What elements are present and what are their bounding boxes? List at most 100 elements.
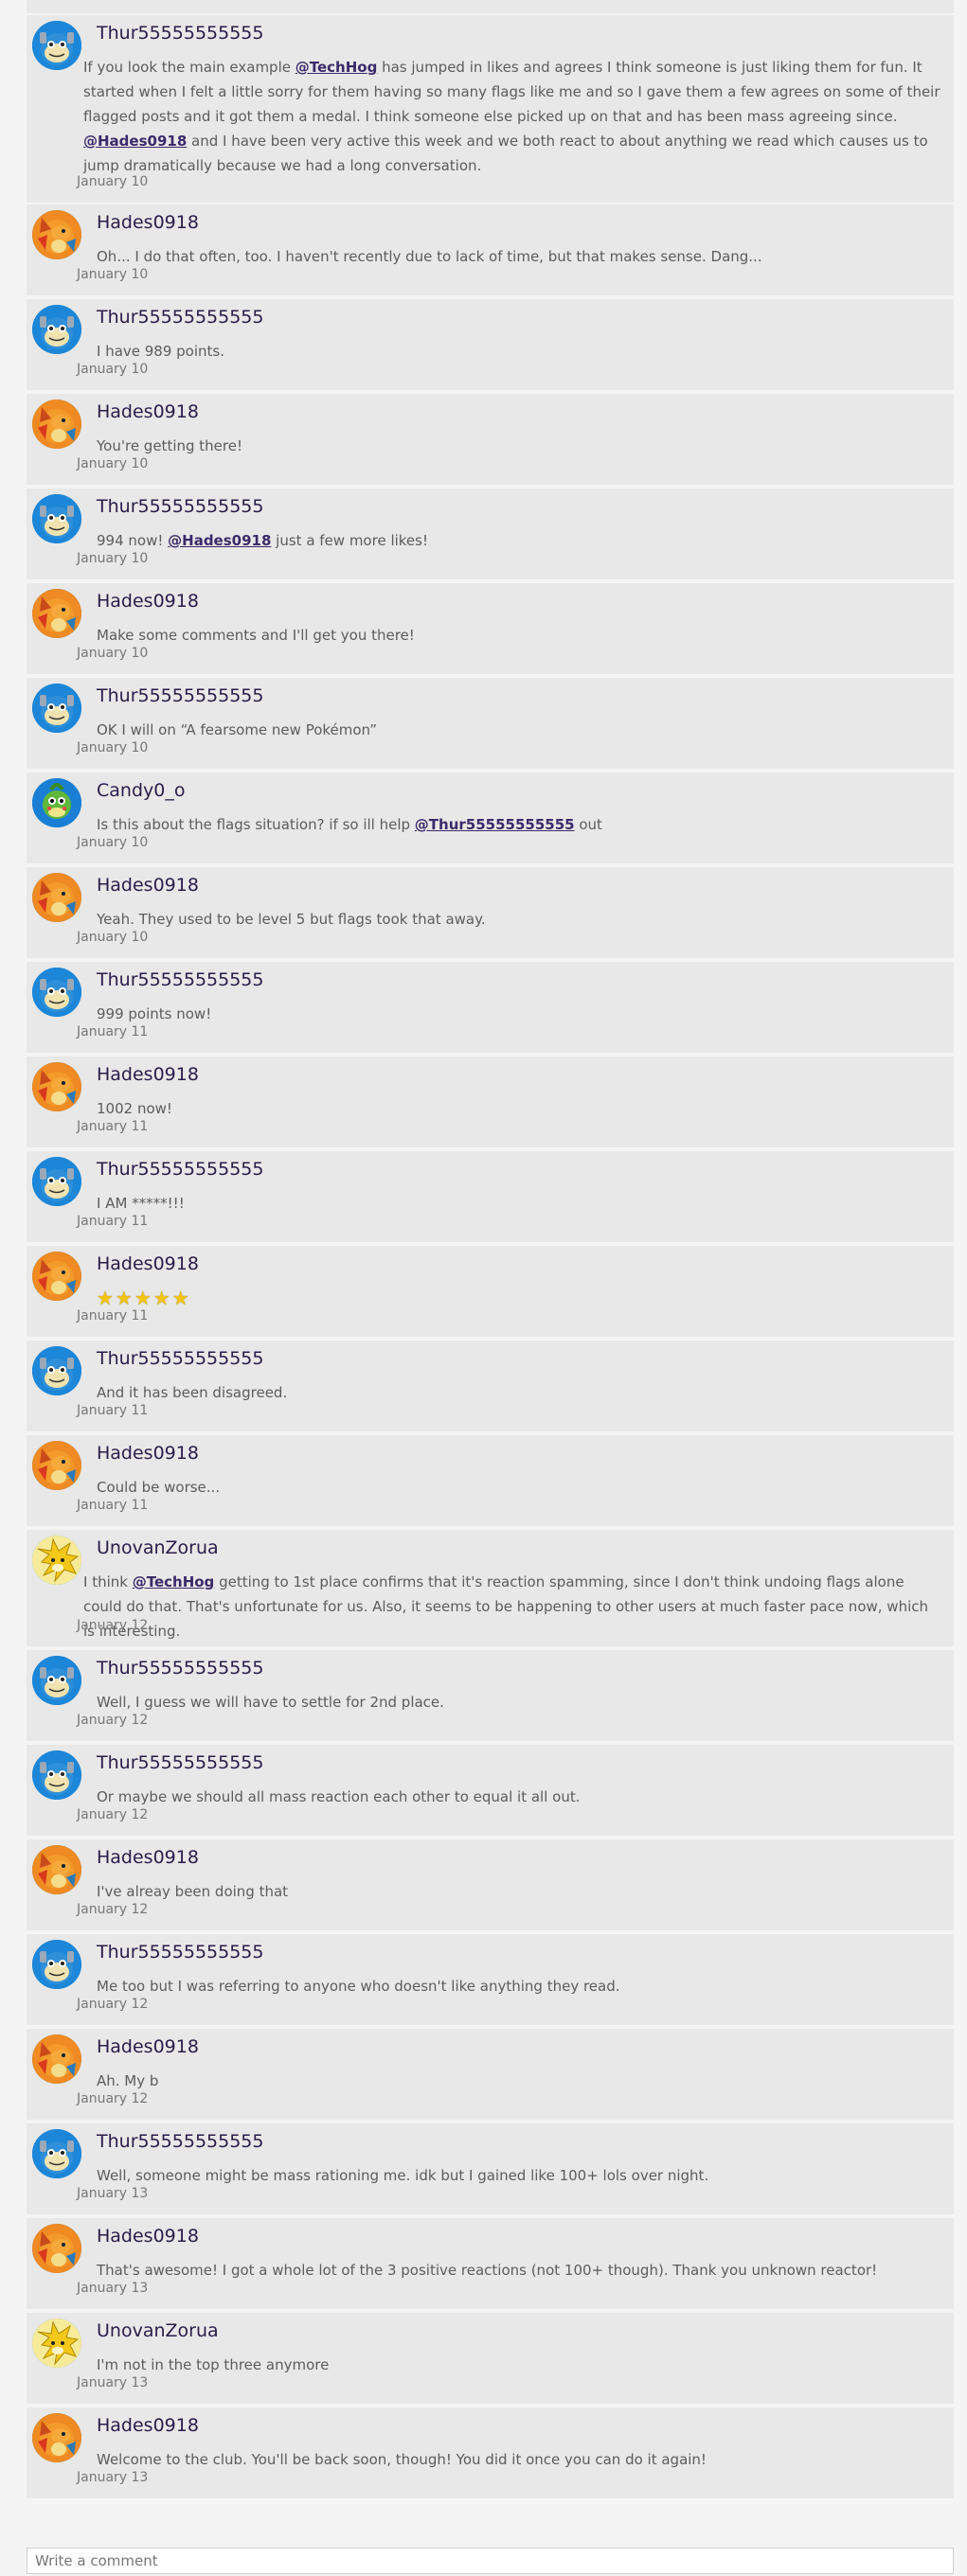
jolteon-avatar[interactable] <box>32 2318 81 2368</box>
comment-body: 1002 now! <box>97 1096 942 1121</box>
comment-date: January 12 <box>77 1997 149 2012</box>
comment-author[interactable]: Thur55555555555 <box>97 1159 263 1180</box>
star-emoji-row: ★★★★★ <box>97 1287 191 1309</box>
charizard-avatar[interactable] <box>32 589 81 638</box>
comment-text: That's awesome! I got a whole lot of the… <box>97 2262 878 2279</box>
politoed-avatar[interactable] <box>32 778 81 827</box>
mention-link[interactable]: @Hades0918 <box>83 133 187 150</box>
comment-body: And it has been disagreed. <box>97 1380 942 1405</box>
comment-author[interactable]: Thur55555555555 <box>97 969 263 990</box>
comment-text: And it has been disagreed. <box>97 1384 288 1401</box>
comment-author[interactable]: Hades0918 <box>97 875 199 896</box>
mention-link[interactable]: @TechHog <box>133 1573 215 1590</box>
comment-date: January 10 <box>77 456 149 471</box>
comment-date: January 11 <box>77 1403 149 1418</box>
comment-author[interactable]: Thur55555555555 <box>97 1348 263 1369</box>
comment-text: I have 989 points. <box>97 343 224 360</box>
comment-body: If you look the main example @TechHog ha… <box>83 55 942 178</box>
comment: Hades0918 Oh... I do that often, too. I h… <box>27 204 954 295</box>
comment-author[interactable]: Thur55555555555 <box>97 1658 263 1679</box>
comment-author[interactable]: Hades0918 <box>97 1253 199 1274</box>
comment: Thur55555555555 And it has been disagreed… <box>27 1341 954 1431</box>
jolteon-avatar[interactable] <box>32 1536 81 1585</box>
charizard-avatar[interactable] <box>32 1062 81 1111</box>
comment-author[interactable]: Thur55555555555 <box>97 496 263 517</box>
blastoise-avatar[interactable] <box>32 21 81 70</box>
charizard-avatar[interactable] <box>32 2034 81 2084</box>
comment: Hades0918 That's awesome! I got a whole l… <box>27 2218 954 2309</box>
comment: Hades0918 Make some comments and I'll get… <box>27 583 954 674</box>
mention-link[interactable]: @Thur55555555555 <box>415 816 575 833</box>
comment-date: January 11 <box>77 1024 149 1039</box>
comment-body: I've alreay been doing that <box>97 1879 942 1904</box>
comment-text: Oh... I do that often, too. I haven't re… <box>97 248 762 265</box>
comment-text: Is this about the flags situation? if so… <box>97 816 415 833</box>
comment: Thur55555555555 Well, I guess we will hav… <box>27 1650 954 1741</box>
charizard-avatar[interactable] <box>32 2413 81 2462</box>
blastoise-avatar[interactable] <box>32 684 81 733</box>
comment: Hades0918 Welcome to the club. You'll be … <box>27 2407 954 2498</box>
comment-author[interactable]: Hades0918 <box>97 2415 199 2436</box>
comment-body: 994 now! @Hades0918 just a few more like… <box>97 528 942 553</box>
comment: Hades0918 Ah. My b January 12 <box>27 2029 954 2120</box>
comment: Thur55555555555 OK I will on “A fearsome … <box>27 678 954 769</box>
comment: Thur55555555555 I have 989 points. January… <box>27 299 954 390</box>
comment-author[interactable]: Thur55555555555 <box>97 685 263 706</box>
blastoise-avatar[interactable] <box>32 1346 81 1395</box>
comment-text: Could be worse... <box>97 1479 221 1496</box>
comment-author[interactable]: Hades0918 <box>97 212 199 233</box>
charizard-avatar[interactable] <box>32 210 81 259</box>
comment-text: Well, someone might be mass rationing me… <box>97 2167 709 2184</box>
charizard-avatar[interactable] <box>32 400 81 449</box>
comment: UnovanZorua I'm not in the top three anym… <box>27 2313 954 2404</box>
comment-body: Welcome to the club. You'll be back soon… <box>97 2447 942 2472</box>
blastoise-avatar[interactable] <box>32 968 81 1017</box>
comment-author[interactable]: Hades0918 <box>97 1443 199 1464</box>
comment-body: Well, I guess we will have to settle for… <box>97 1690 942 1714</box>
blastoise-avatar[interactable] <box>32 1656 81 1705</box>
charizard-avatar[interactable] <box>32 2224 81 2273</box>
charizard-avatar[interactable] <box>32 1252 81 1301</box>
comment-body: I AM *****!!! <box>97 1191 942 1216</box>
comment-date: January 10 <box>77 267 149 282</box>
mention-link[interactable]: @Hades0918 <box>168 532 271 549</box>
charizard-avatar[interactable] <box>32 1845 81 1894</box>
comment-author[interactable]: UnovanZorua <box>97 2320 219 2341</box>
comment-text: I've alreay been doing that <box>97 1883 289 1900</box>
comment-author[interactable]: Hades0918 <box>97 401 199 422</box>
comment-author[interactable]: Thur55555555555 <box>97 1942 263 1963</box>
comment-author[interactable]: Thur55555555555 <box>97 307 263 328</box>
comment-body: You're getting there! <box>97 434 942 458</box>
comment-author[interactable]: Thur55555555555 <box>97 23 263 44</box>
comment-author[interactable]: Thur55555555555 <box>97 2131 263 2152</box>
comment-author[interactable]: Hades0918 <box>97 1847 199 1868</box>
comment-author[interactable]: Candy0_o <box>97 780 185 801</box>
charizard-avatar[interactable] <box>32 1441 81 1490</box>
comment-author[interactable]: Thur55555555555 <box>97 1752 263 1773</box>
write-comment-input[interactable] <box>27 2548 954 2574</box>
comment: Thur55555555555 I AM *****!!! January 11 <box>27 1151 954 1242</box>
mention-link[interactable]: @TechHog <box>295 59 378 76</box>
blastoise-avatar[interactable] <box>32 305 81 354</box>
comment-author[interactable]: Hades0918 <box>97 2226 199 2247</box>
comment-author[interactable]: UnovanZorua <box>97 1537 219 1558</box>
comment-author[interactable]: Hades0918 <box>97 2036 199 2057</box>
comment-date: January 10 <box>77 551 149 566</box>
blastoise-avatar[interactable] <box>32 1940 81 1989</box>
charizard-avatar[interactable] <box>32 873 81 922</box>
comment-date: January 12 <box>77 1713 149 1728</box>
comment-body: Me too but I was referring to anyone who… <box>97 1974 942 1999</box>
comment-author[interactable]: Hades0918 <box>97 1064 199 1085</box>
blastoise-avatar[interactable] <box>32 1750 81 1800</box>
blastoise-avatar[interactable] <box>32 1157 81 1206</box>
comment-body: I have 989 points. <box>97 339 942 364</box>
comment-author[interactable]: Hades0918 <box>97 591 199 612</box>
blastoise-avatar[interactable] <box>32 494 81 543</box>
comment: Candy0_o Is this about the flags situatio… <box>27 773 954 863</box>
comment-date: January 12 <box>77 1618 149 1633</box>
comment-text: 994 now! <box>97 532 169 549</box>
comment-date: January 10 <box>77 930 149 945</box>
comment-text: Or maybe we should all mass reaction eac… <box>97 1788 581 1805</box>
blastoise-avatar[interactable] <box>32 2129 81 2178</box>
comment: Hades0918 I've alreay been doing that Janu… <box>27 1839 954 1930</box>
